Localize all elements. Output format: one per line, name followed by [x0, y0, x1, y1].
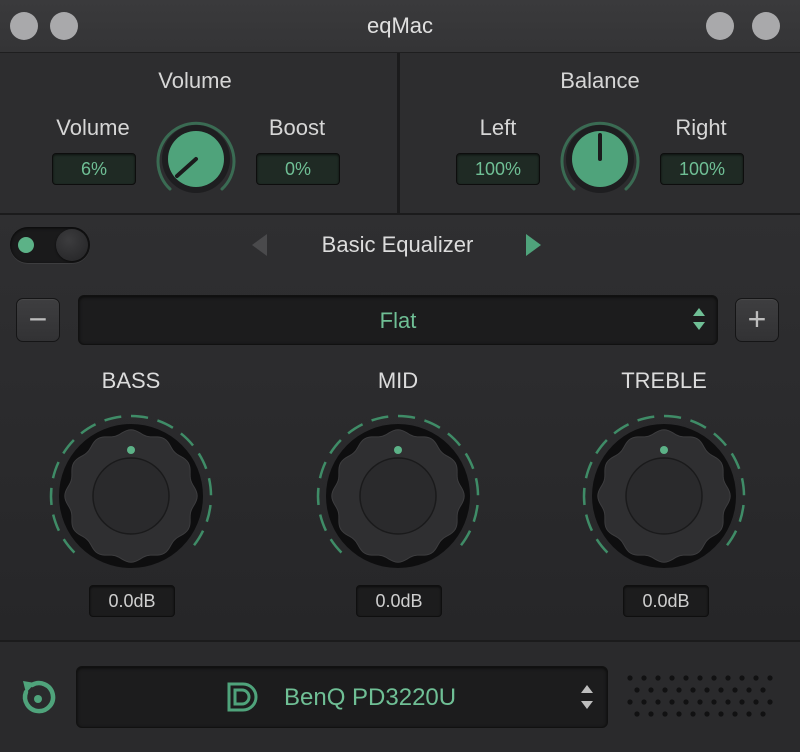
volume-label: Volume [56, 115, 130, 140]
output-device-name: BenQ PD3220U [284, 684, 457, 711]
boost-label: Boost [268, 115, 326, 140]
treble-value-field[interactable]: 0.0dB [623, 585, 709, 617]
settings-window-button[interactable] [706, 12, 734, 40]
right-label: Right [675, 115, 727, 140]
reset-icon[interactable] [18, 678, 58, 718]
preset-value: Flat [379, 308, 417, 333]
band-label-mid: MID [377, 368, 419, 393]
panel-divider [397, 53, 400, 213]
add-preset-button[interactable]: + [735, 298, 779, 342]
preset-stepper-icon [693, 308, 705, 332]
boost-value-field[interactable]: 0% [256, 153, 340, 185]
toggle-thumb [56, 229, 88, 261]
previous-equalizer-button[interactable] [252, 234, 267, 256]
bass-value-field[interactable]: 0.0dB [89, 585, 175, 617]
band-label-bass: BASS [101, 368, 161, 393]
dolby-device-icon [227, 682, 258, 712]
equalizer-section: Basic Equalizer − Flat + BASS MID TREBLE… [0, 215, 800, 640]
left-value-field[interactable]: 100% [456, 153, 540, 185]
volume-balance-section: Volume Volume 6% Boost 0% Balance Left 1… [0, 53, 800, 215]
help-window-button[interactable] [752, 12, 780, 40]
output-section: BenQ PD3220U [0, 640, 800, 752]
balance-panel-title: Balance [560, 68, 640, 93]
mid-knob[interactable] [313, 411, 483, 581]
volume-value-field[interactable]: 6% [52, 153, 136, 185]
band-label-treble: TREBLE [621, 368, 707, 393]
mid-value-field[interactable]: 0.0dB [356, 585, 442, 617]
device-stepper-icon [581, 685, 593, 711]
toggle-indicator [18, 237, 34, 253]
treble-knob[interactable] [579, 411, 749, 581]
volume-knob[interactable] [150, 113, 242, 205]
speaker-grille-icon [627, 675, 773, 717]
title-bar: eqMac [0, 0, 800, 53]
left-label: Left [479, 115, 517, 140]
equalizer-name: Basic Equalizer [321, 232, 474, 257]
remove-preset-button[interactable]: − [16, 298, 60, 342]
preset-select[interactable]: Flat [78, 295, 718, 345]
balance-knob[interactable] [554, 113, 646, 205]
bass-knob[interactable] [46, 411, 216, 581]
equalizer-toggle[interactable] [10, 227, 90, 263]
volume-panel-title: Volume [158, 68, 232, 93]
right-value-field[interactable]: 100% [660, 153, 744, 185]
window-title: eqMac [366, 13, 434, 38]
output-device-select[interactable]: BenQ PD3220U [76, 666, 608, 728]
next-equalizer-button[interactable] [526, 234, 541, 256]
